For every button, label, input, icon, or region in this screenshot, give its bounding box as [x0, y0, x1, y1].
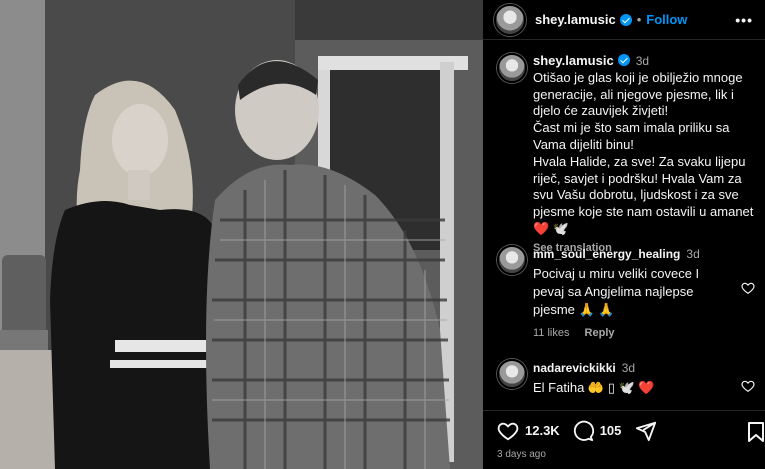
share-icon — [636, 421, 657, 441]
comments-section[interactable]: shey.lamusic 3d Otišao je glas koji je ob… — [483, 41, 765, 409]
caption-avatar[interactable] — [497, 53, 527, 83]
comment-avatar[interactable] — [497, 245, 527, 275]
more-options-icon[interactable]: ••• — [735, 12, 753, 28]
post-image — [0, 0, 483, 469]
like-comment-heart-icon[interactable] — [741, 379, 755, 393]
comment-time: 3d — [686, 247, 700, 261]
separator-dot: • — [636, 12, 642, 27]
post-header: shey.lamusic • Follow ••• — [483, 0, 765, 40]
follow-button[interactable]: Follow — [646, 12, 687, 27]
reply-button[interactable]: Reply — [585, 327, 615, 339]
comment-item: nadarevickikki 3d El Fatiha 🤲 ▯ 🕊️ ❤️ — [497, 359, 765, 397]
caption-text: Otišao je glas koji je obilježio mnoge g… — [533, 69, 754, 236]
post-actions-bar: 12.3K 105 — [483, 410, 765, 450]
comment-avatar[interactable] — [497, 359, 527, 389]
post-caption: shey.lamusic 3d Otišao je glas koji je ob… — [497, 53, 759, 257]
verified-badge-icon — [619, 13, 632, 26]
comment-item: mm_soul_energy_healing 3d Pocivaj u miru … — [497, 245, 765, 339]
comment-time: 3d — [621, 361, 636, 375]
comment-likes[interactable]: 11 likes — [533, 327, 569, 339]
verified-badge-icon — [617, 54, 630, 66]
posted-time: 3 days ago — [497, 449, 546, 460]
comment-button[interactable]: 105 — [572, 420, 622, 442]
caption-time: 3d — [635, 54, 650, 68]
heart-icon — [497, 422, 519, 440]
like-button[interactable]: 12.3K — [497, 420, 560, 442]
post-photo[interactable] — [0, 0, 483, 469]
bookmark-icon[interactable] — [747, 421, 765, 443]
comments-count: 105 — [599, 423, 622, 438]
comment-username[interactable]: nadarevickikki — [533, 361, 616, 375]
author-username[interactable]: shey.lamusic — [535, 12, 616, 27]
comment-icon — [573, 420, 594, 441]
comment-text: El Fatiha 🤲 ▯ 🕊️ ❤️ — [533, 380, 655, 395]
caption-username[interactable]: shey.lamusic — [533, 53, 614, 68]
comment-username[interactable]: mm_soul_energy_healing — [533, 247, 680, 261]
comment-text: Pocivaj u miru veliki covece I pevaj sa … — [533, 266, 700, 317]
likes-count: 12.3K — [525, 423, 560, 438]
share-button[interactable] — [635, 420, 657, 442]
post-side-panel: shey.lamusic • Follow ••• shey.lamusic 3d… — [483, 0, 765, 469]
like-comment-heart-icon[interactable] — [741, 281, 755, 295]
author-avatar[interactable] — [494, 3, 526, 36]
